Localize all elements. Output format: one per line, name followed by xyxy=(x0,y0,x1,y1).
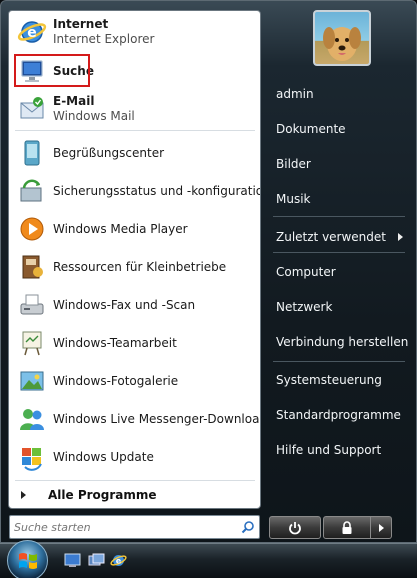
recent-item-backup[interactable]: Sicherungsstatus und -konfiguration xyxy=(13,173,260,209)
recent-item-messenger[interactable]: Windows Live Messenger-Download xyxy=(13,401,260,437)
search-input[interactable] xyxy=(10,517,237,537)
svg-text:e: e xyxy=(116,557,122,566)
recent-item-fax-scan[interactable]: Windows-Fax und -Scan xyxy=(13,287,257,323)
pinned-separator xyxy=(15,130,255,131)
start-orb-button[interactable] xyxy=(7,540,48,578)
shutdown-options-button[interactable] xyxy=(371,516,392,539)
recent-item-meeting-space[interactable]: Windows-Teamarbeit xyxy=(13,325,257,361)
media-player-icon xyxy=(16,213,48,245)
right-item-help-support[interactable]: Hilfe und Support xyxy=(269,435,409,465)
power-button[interactable] xyxy=(269,516,321,539)
internet-explorer-icon: e xyxy=(16,16,48,48)
right-item-computer[interactable]: Computer xyxy=(269,257,409,287)
item-title: Sicherungsstatus und -konfiguration xyxy=(53,183,261,198)
recent-item-small-business[interactable]: Ressourcen für Kleinbetriebe xyxy=(13,249,257,285)
messenger-icon xyxy=(16,403,48,435)
lock-icon xyxy=(342,520,352,534)
start-search-box[interactable] xyxy=(9,515,260,539)
recent-item-photo-gallery[interactable]: Windows-Fotogalerie xyxy=(13,363,257,399)
programs-pane: e Internet Internet Explorer Suche E-Mai… xyxy=(8,10,261,509)
meeting-space-icon xyxy=(16,327,48,359)
item-title: Windows-Teamarbeit xyxy=(53,335,177,350)
item-title: Ressourcen für Kleinbetriebe xyxy=(53,259,227,274)
item-title: Suche xyxy=(53,63,94,78)
item-title: Windows Update xyxy=(53,449,154,464)
lock-button[interactable] xyxy=(323,516,371,539)
item-subtitle: Windows Mail xyxy=(53,109,135,123)
chevron-right-icon xyxy=(378,523,384,532)
right-item-admin[interactable]: admin xyxy=(269,79,409,109)
chevron-right-icon xyxy=(21,491,26,499)
right-item-recent[interactable]: Zuletzt verwendet xyxy=(269,222,409,252)
right-item-network[interactable]: Netzwerk xyxy=(269,292,409,322)
right-separator xyxy=(273,361,405,362)
pinned-item-search[interactable]: Suche xyxy=(13,53,257,89)
svg-text:e: e xyxy=(27,25,37,41)
right-separator xyxy=(273,216,405,217)
start-menu: e Internet Internet Explorer Suche E-Mai… xyxy=(0,0,417,543)
recent-item-media-player[interactable]: Windows Media Player xyxy=(13,211,257,247)
item-title: Windows Live Messenger-Download xyxy=(53,411,261,426)
power-icon xyxy=(289,521,301,534)
small-business-icon xyxy=(16,251,48,283)
pinned-item-internet[interactable]: e Internet Internet Explorer xyxy=(13,14,257,50)
search-monitor-icon xyxy=(16,55,48,87)
all-programs-label: Alle Programme xyxy=(48,488,157,502)
search-icon[interactable] xyxy=(237,517,259,537)
item-title: Windows Media Player xyxy=(53,221,188,236)
taskbar xyxy=(0,540,417,578)
right-item-documents[interactable]: Dokumente xyxy=(269,114,409,144)
right-item-pictures[interactable]: Bilder xyxy=(269,149,409,179)
all-programs-separator xyxy=(15,480,255,481)
windows-update-icon xyxy=(16,441,48,473)
windows-logo-icon xyxy=(18,552,37,569)
welcome-center-icon xyxy=(16,137,48,169)
right-item-music[interactable]: Musik xyxy=(269,184,409,214)
item-title: Internet xyxy=(53,17,109,31)
item-title: E-Mail xyxy=(53,94,95,108)
recent-item-welcome-center[interactable]: Begrüßungscenter xyxy=(13,135,257,171)
right-item-recent-label: Zuletzt verwendet xyxy=(276,230,386,244)
right-item-control-panel[interactable]: Systemsteuerung xyxy=(269,365,409,395)
chevron-right-icon xyxy=(398,233,403,241)
show-desktop-icon[interactable] xyxy=(64,553,81,568)
all-programs-button[interactable]: Alle Programme xyxy=(13,484,257,506)
windows-mail-icon xyxy=(16,93,48,125)
right-item-connect-to[interactable]: Verbindung herstellen xyxy=(269,327,409,357)
pinned-item-email[interactable]: E-Mail Windows Mail xyxy=(13,91,257,127)
switch-windows-icon[interactable] xyxy=(88,553,105,568)
internet-explorer-quicklaunch-icon[interactable]: e xyxy=(110,553,127,568)
right-item-default-programs[interactable]: Standardprogramme xyxy=(269,400,409,430)
backup-icon xyxy=(16,175,48,207)
item-title: Windows-Fax und -Scan xyxy=(53,297,196,312)
photo-gallery-icon xyxy=(16,365,48,397)
right-separator xyxy=(273,252,405,253)
item-title: Windows-Fotogalerie xyxy=(53,373,179,388)
item-title: Begrüßungscenter xyxy=(53,145,165,160)
fax-scan-icon xyxy=(16,289,48,321)
item-subtitle: Internet Explorer xyxy=(53,32,155,46)
recent-item-windows-update[interactable]: Windows Update xyxy=(13,439,257,475)
user-picture xyxy=(313,10,371,66)
